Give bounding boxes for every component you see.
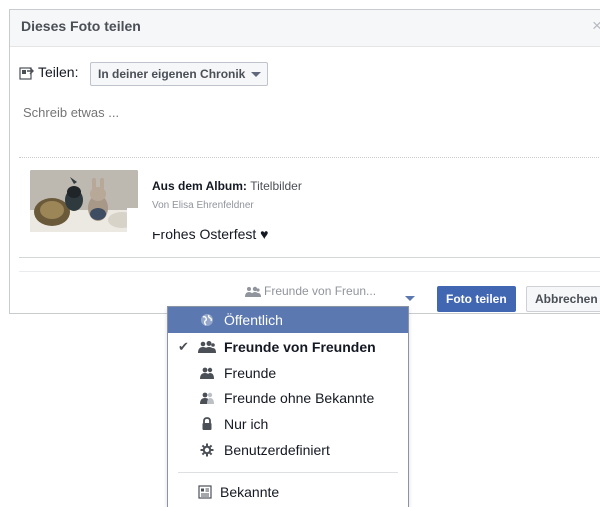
share-icon (19, 67, 34, 80)
photo-attachment: Aus dem Album: Titelbilder Von Elisa Ehr… (30, 170, 590, 242)
list-icon (198, 485, 212, 499)
menu-item-label: Bekannte (220, 484, 280, 500)
share-label: Teilen: (38, 64, 79, 80)
menu-item-friends-of-friends[interactable]: ✔ Freunde von Freunden (168, 334, 408, 360)
divider (19, 157, 600, 158)
share-target-select[interactable]: In deiner eigenen Chronik (90, 62, 269, 86)
friends-of-friends-icon (198, 341, 216, 353)
divider (19, 271, 600, 272)
post-text-input[interactable] (23, 105, 543, 120)
share-photo-button[interactable]: Foto teilen (437, 286, 516, 312)
menu-item-label: Öffentlich (224, 312, 283, 328)
globe-icon (201, 314, 213, 326)
photo-thumbnail[interactable] (30, 170, 138, 232)
album-title: Aus dem Album: Titelbilder (152, 179, 302, 193)
share-target-value: In deiner eigenen Chronik (98, 67, 246, 81)
audience-label: Freunde von Freun... (264, 284, 377, 298)
share-photo-dialog: Dieses Foto teilen × Teilen: In deiner e… (9, 9, 600, 314)
dialog-title: Dieses Foto teilen (21, 18, 141, 34)
divider (19, 257, 600, 258)
chevron-down-icon[interactable] (405, 296, 415, 301)
menu-item-friends-except-acquaintances[interactable]: Freunde ohne Bekannte (168, 385, 408, 411)
menu-item-label: Freunde von Freunden (224, 339, 376, 355)
album-name-link[interactable]: Titelbilder (250, 179, 302, 193)
menu-item-acquaintances[interactable]: Bekannte (168, 479, 408, 505)
menu-item-only-me[interactable]: Nur ich (168, 411, 408, 437)
friends-except-icon (200, 392, 214, 404)
cancel-button[interactable]: Abbrechen (526, 286, 600, 312)
menu-item-public[interactable]: Öffentlich (168, 307, 408, 333)
redaction-patch (127, 208, 169, 232)
menu-divider (178, 472, 398, 473)
chevron-down-icon (251, 72, 262, 77)
lock-icon (202, 417, 212, 430)
album-prefix: Aus dem Album: (152, 179, 247, 193)
audience-selector[interactable]: Freunde von Freun... (245, 281, 376, 301)
audience-menu: Öffentlich ✔ Freunde von Freunden Freund… (167, 306, 409, 507)
menu-item-custom[interactable]: Benutzerdefiniert (168, 437, 408, 463)
check-icon: ✔ (178, 339, 189, 354)
menu-item-label: Nur ich (224, 416, 269, 432)
photo-caption: Frohes Osterfest ♥ (152, 226, 269, 242)
gear-icon (200, 443, 214, 457)
friends-of-friends-icon (245, 286, 261, 297)
menu-item-label: Freunde ohne Bekannte (224, 390, 375, 406)
close-icon[interactable]: × (592, 16, 600, 36)
menu-item-label: Benutzerdefiniert (224, 442, 330, 458)
menu-item-label: Freunde (224, 365, 277, 381)
friends-icon (200, 367, 214, 379)
dialog-header: Dieses Foto teilen (10, 10, 600, 47)
menu-item-friends[interactable]: Freunde (168, 360, 408, 386)
